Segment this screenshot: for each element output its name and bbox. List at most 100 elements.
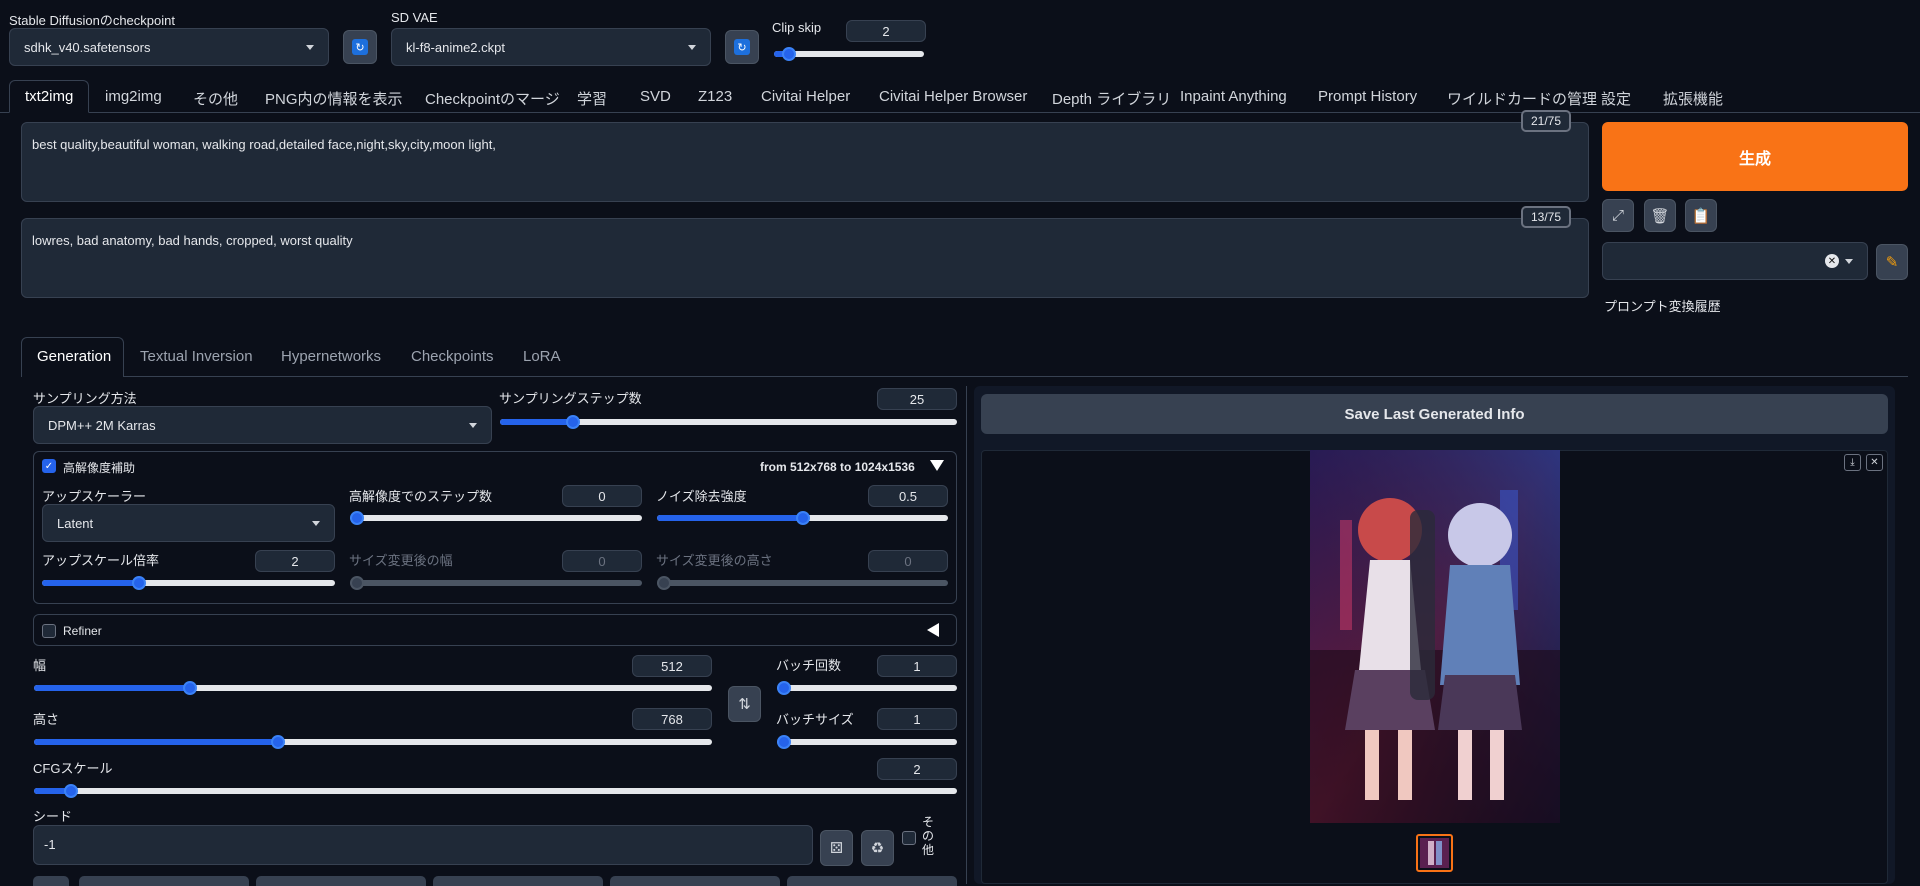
subtab-2[interactable]: Textual Inversion [140,348,253,365]
batch-count-input[interactable]: 1 [877,655,957,677]
subtab-4[interactable]: Checkpoints [411,348,494,365]
clear-icon[interactable]: ✕ [1825,254,1839,268]
save-info-button[interactable]: Save Last Generated Info [981,394,1888,434]
toolbar-button[interactable] [256,876,426,886]
vae-value: kl-f8-anime2.ckpt [406,39,505,55]
batch-count-label: バッチ回数 [776,658,842,673]
checkpoint-label: Stable Diffusionのcheckpoint [9,13,175,28]
tab-6[interactable]: 学習 [577,88,607,109]
clip-skip-slider[interactable] [774,47,924,61]
tab-8[interactable]: Z123 [698,88,732,105]
denoise-slider[interactable] [657,511,948,525]
hires-steps-input[interactable]: 0 [562,485,642,507]
steps-label: サンプリングステップ数 [499,391,642,406]
tab-15[interactable]: 設定 [1601,88,1631,109]
toolbar-button[interactable] [79,876,249,886]
height-input[interactable]: 768 [632,708,712,730]
resize-height-label: サイズ変更後の高さ [656,553,773,568]
tab-4[interactable]: PNG内の情報を表示 [265,88,403,109]
read-params-button[interactable]: ⤢ [1602,199,1634,232]
clip-skip-label: Clip skip [772,20,822,35]
tab-7[interactable]: SVD [640,88,671,105]
close-icon[interactable]: ✕ [1866,454,1883,471]
tab-11[interactable]: Depth ライブラリ [1052,88,1171,109]
subtab-1[interactable]: Generation [37,348,111,365]
sampler-label: サンプリング方法 [33,391,137,406]
upscaler-value: Latent [57,515,94,531]
subtab-5[interactable]: LoRA [523,348,561,365]
upscale-by-slider[interactable] [42,576,335,590]
batch-size-slider[interactable] [777,735,957,749]
toolbar-button[interactable] [433,876,603,886]
tab-14[interactable]: ワイルドカードの管理 [1447,88,1597,109]
positive-token-counter: 21/75 [1521,110,1572,132]
styles-dropdown[interactable]: ✕ [1602,242,1868,280]
swap-dimensions-button[interactable]: ⇅ [728,686,761,722]
subtab-3[interactable]: Hypernetworks [281,348,381,365]
tab-3[interactable]: その他 [193,88,238,109]
thumbnail-image [1420,838,1449,868]
upscaler-dropdown[interactable]: Latent [42,504,335,542]
cfg-input[interactable]: 2 [877,758,957,780]
vae-dropdown[interactable]: kl-f8-anime2.ckpt [391,28,711,66]
refresh-vae-button[interactable]: ↻ [725,30,759,64]
tab-5[interactable]: Checkpointのマージ [425,88,560,109]
extra-seed-checkbox[interactable] [902,831,916,845]
width-input[interactable]: 512 [632,655,712,677]
resize-width-label: サイズ変更後の幅 [349,553,453,568]
tab-2[interactable]: img2img [105,88,162,105]
batch-count-slider[interactable] [777,681,957,695]
chevron-down-icon [312,520,320,526]
clear-prompt-button[interactable]: 🗑 [1644,199,1676,232]
paste-button[interactable]: 📋 [1685,199,1717,232]
edit-styles-button[interactable]: ✎ [1876,244,1908,280]
seed-input[interactable]: -1 [33,825,813,865]
negative-prompt-textarea[interactable]: lowres, bad anatomy, bad hands, cropped,… [21,218,1589,298]
height-label: 高さ [33,712,60,727]
trash-icon: 🗑 [1650,207,1670,225]
sampler-value: DPM++ 2M Karras [48,417,156,433]
hires-checkbox[interactable]: ✓ [42,459,56,473]
extra-seed-label: その他 [922,815,935,857]
tab-13[interactable]: Prompt History [1318,88,1417,105]
steps-slider[interactable] [500,415,957,429]
toolbar-button[interactable] [787,876,957,886]
width-slider[interactable] [34,681,712,695]
hires-steps-slider[interactable] [350,511,642,525]
clip-skip-input[interactable]: 2 [846,20,926,42]
checkpoint-value: sdhk_v40.safetensors [24,39,151,55]
script-button[interactable] [33,876,69,886]
gallery-thumbnail[interactable] [1416,834,1453,872]
denoise-input[interactable]: 0.5 [868,485,948,507]
refiner-checkbox[interactable] [42,624,56,638]
resize-height-slider[interactable] [657,576,948,590]
batch-size-input[interactable]: 1 [877,708,957,730]
tab-12[interactable]: Inpaint Anything [1180,88,1287,105]
chevron-down-icon [1845,258,1853,264]
download-icon[interactable]: ⤓ [1844,454,1861,471]
generate-button[interactable]: 生成 [1602,122,1908,191]
pencil-icon: ✎ [1885,254,1899,271]
cfg-slider[interactable] [34,784,957,798]
positive-prompt-textarea[interactable]: best quality,beautiful woman, walking ro… [21,122,1589,202]
reuse-seed-button[interactable]: ♻ [861,830,894,866]
toolbar-button[interactable] [610,876,780,886]
height-slider[interactable] [34,735,712,749]
random-seed-button[interactable]: ⚄ [820,830,853,866]
steps-input[interactable]: 25 [877,388,957,410]
resize-width-input[interactable]: 0 [562,550,642,572]
swap-icon: ⇅ [738,696,751,713]
tab-1[interactable]: txt2img [9,80,90,113]
expand-triangle-icon[interactable] [927,623,939,637]
tab-10[interactable]: Civitai Helper Browser [879,88,1027,105]
resize-height-input[interactable]: 0 [868,550,948,572]
sampler-dropdown[interactable]: DPM++ 2M Karras [33,406,492,444]
generated-image[interactable] [1310,450,1560,823]
refresh-checkpoint-button[interactable]: ↻ [343,30,377,64]
collapse-triangle-icon[interactable] [930,460,944,471]
tab-16[interactable]: 拡張機能 [1663,88,1723,109]
tab-9[interactable]: Civitai Helper [761,88,850,105]
checkpoint-dropdown[interactable]: sdhk_v40.safetensors [9,28,329,66]
upscale-by-input[interactable]: 2 [255,550,335,572]
resize-width-slider[interactable] [350,576,642,590]
